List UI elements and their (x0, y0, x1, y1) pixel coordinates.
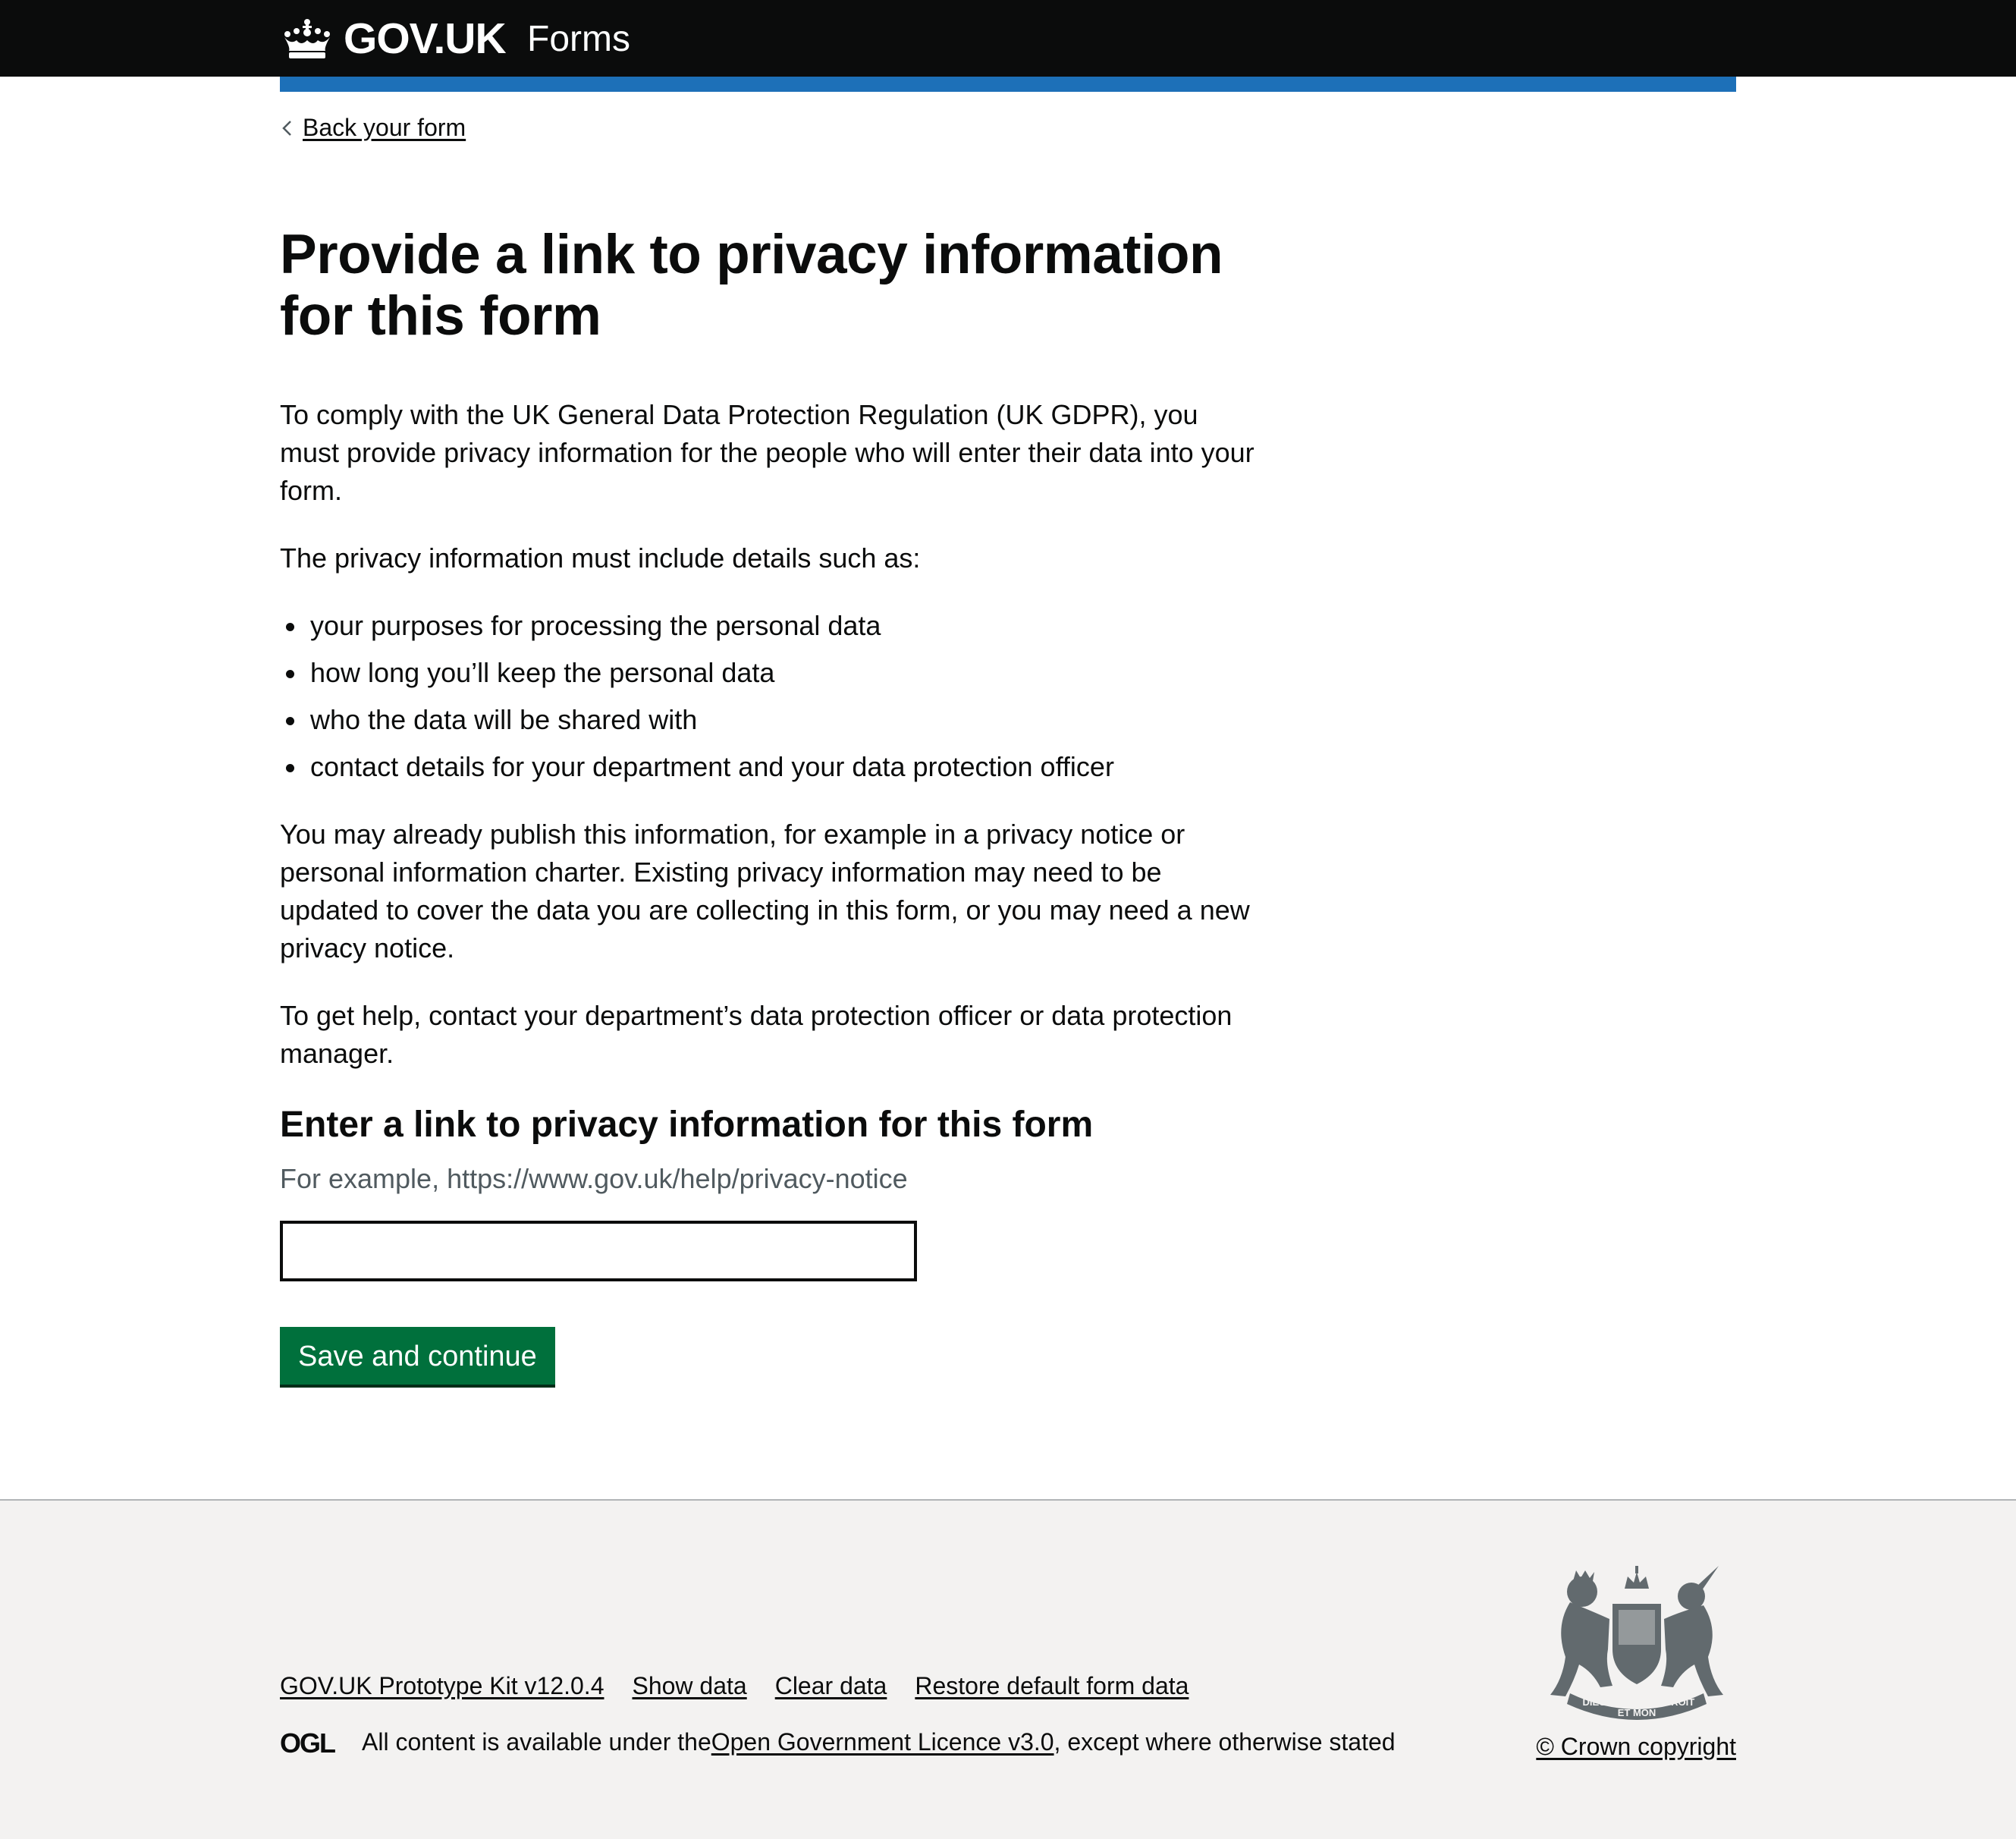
list-item: contact details for your department and … (280, 748, 1258, 786)
crown-copyright-link[interactable]: © Crown copyright (1536, 1733, 1736, 1761)
clear-data-link[interactable]: Clear data (775, 1672, 887, 1700)
intro-paragraph: To comply with the UK General Data Prote… (280, 399, 1255, 506)
ogl-logo: OGL (280, 1730, 337, 1756)
licence-statement: OGL All content is available under the O… (280, 1728, 1396, 1756)
crest-motto-middle: ET MON (1618, 1707, 1656, 1718)
back-link-label: Back your form (303, 114, 466, 141)
details-intro: The privacy information must include det… (280, 542, 921, 574)
licence-prefix: All content is available under the (362, 1728, 711, 1756)
prototype-kit-link[interactable]: GOV.UK Prototype Kit v12.0.4 (280, 1672, 604, 1700)
crest-motto-left: DIEU (1582, 1696, 1606, 1708)
royal-coat-of-arms: DIEU ET MON DROIT (1550, 1566, 1723, 1720)
crest-motto-right: DROIT (1664, 1696, 1695, 1708)
govuk-home-link[interactable]: GOV.UK (280, 12, 507, 65)
header-blue-bar (280, 77, 1736, 92)
page-title: Provide a link to privacy information fo… (280, 224, 1223, 347)
restore-default-data-link[interactable]: Restore default form data (915, 1672, 1189, 1700)
help-paragraph: To get help, contact your department’s d… (280, 1000, 1233, 1069)
privacy-link-label: Enter a link to privacy information for … (280, 1105, 1094, 1145)
privacy-link-input[interactable] (280, 1221, 917, 1281)
show-data-link[interactable]: Show data (632, 1672, 746, 1700)
existing-info-paragraph: You may already publish this information… (280, 819, 1250, 964)
site-header: GOV.UK Forms (0, 0, 2016, 77)
details-list: your purposes for processing the persona… (280, 607, 1258, 786)
save-and-continue-button[interactable]: Save and continue (280, 1327, 555, 1385)
privacy-link-hint: For example, https://www.gov.uk/help/pri… (280, 1163, 908, 1194)
site-footer: DIEU ET MON DROIT GOV.UK Prototype Kit v… (0, 1499, 2016, 1839)
main-content: Provide a link to privacy information fo… (280, 224, 1258, 1385)
licence-suffix: , except where otherwise stated (1054, 1728, 1396, 1756)
footer-links: GOV.UK Prototype Kit v12.0.4 Show data C… (280, 1672, 1189, 1700)
svg-text:OGL: OGL (280, 1730, 335, 1756)
govuk-logotype: GOV.UK (344, 14, 507, 63)
service-name-link[interactable]: Forms (527, 18, 630, 60)
list-item: how long you’ll keep the personal data (280, 654, 1258, 692)
list-item: your purposes for processing the persona… (280, 607, 1258, 645)
ogl-licence-link[interactable]: Open Government Licence v3.0 (711, 1728, 1054, 1756)
chevron-left-icon (282, 120, 291, 136)
crown-icon (284, 19, 330, 58)
back-link[interactable]: Back your form (280, 114, 466, 142)
list-item: who the data will be shared with (280, 701, 1258, 739)
